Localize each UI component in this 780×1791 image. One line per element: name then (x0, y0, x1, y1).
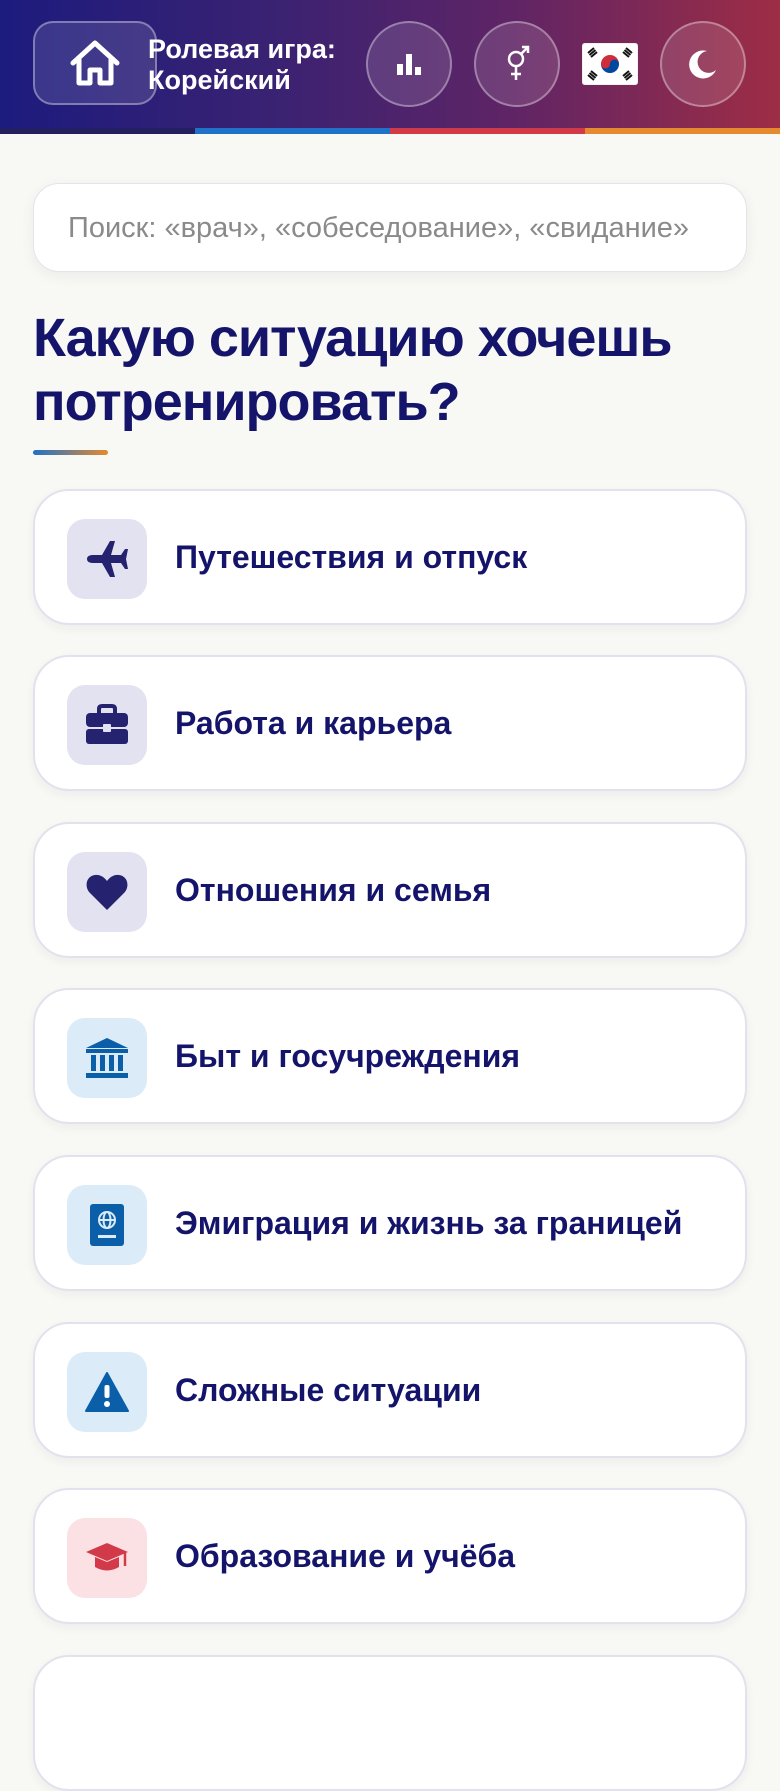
theme-toggle-button[interactable] (660, 21, 746, 107)
category-label: Путешествия и отпуск (175, 539, 528, 575)
gender-button[interactable] (474, 21, 560, 107)
moon-icon (689, 50, 716, 79)
app-title-line1: Ролевая игра: (148, 34, 336, 64)
home-icon (70, 40, 120, 86)
page-title: Какую ситуацию хочешь потренировать? (33, 308, 673, 432)
home-button[interactable] (33, 21, 157, 105)
gender-icon (507, 45, 530, 80)
heart-icon (67, 852, 147, 932)
category-card-household[interactable]: Быт и госучреждения (33, 988, 747, 1124)
header-color-stripe (0, 128, 780, 134)
title-underline (33, 450, 108, 455)
category-label: Быт и госучреждения (175, 1038, 521, 1074)
government-building-icon (67, 1018, 147, 1098)
category-label: Работа и карьера (175, 705, 452, 741)
search-box[interactable] (33, 183, 747, 273)
category-card-emigration[interactable]: Эмиграция и жизнь за границей (33, 1155, 747, 1291)
stats-button[interactable] (366, 21, 452, 107)
search-input[interactable] (66, 184, 720, 273)
graduation-cap-icon (67, 1518, 147, 1598)
category-label: Эмиграция и жизнь за границей (175, 1205, 683, 1241)
airplane-icon (67, 519, 147, 599)
warning-icon (67, 1352, 147, 1432)
briefcase-icon (67, 685, 147, 765)
korea-flag-icon (582, 43, 638, 85)
app-header: Ролевая игра: Корейский (0, 0, 780, 128)
category-card-difficult[interactable]: Сложные ситуации (33, 1322, 747, 1458)
category-card-education[interactable]: Образование и учёба (33, 1488, 747, 1624)
bar-chart-icon (397, 54, 421, 75)
app-title-line2: Корейский (148, 65, 291, 95)
language-flag-button[interactable] (582, 42, 638, 86)
category-card-work[interactable]: Работа и карьера (33, 655, 747, 791)
category-card-relationships[interactable]: Отношения и семья (33, 822, 747, 958)
category-label: Образование и учёба (175, 1538, 516, 1574)
passport-icon (67, 1185, 147, 1265)
app-title: Ролевая игра: Корейский (148, 34, 348, 96)
category-card-partial[interactable] (33, 1655, 747, 1791)
category-card-travel[interactable]: Путешествия и отпуск (33, 489, 747, 625)
category-label: Отношения и семья (175, 872, 492, 908)
category-label: Сложные ситуации (175, 1372, 482, 1408)
